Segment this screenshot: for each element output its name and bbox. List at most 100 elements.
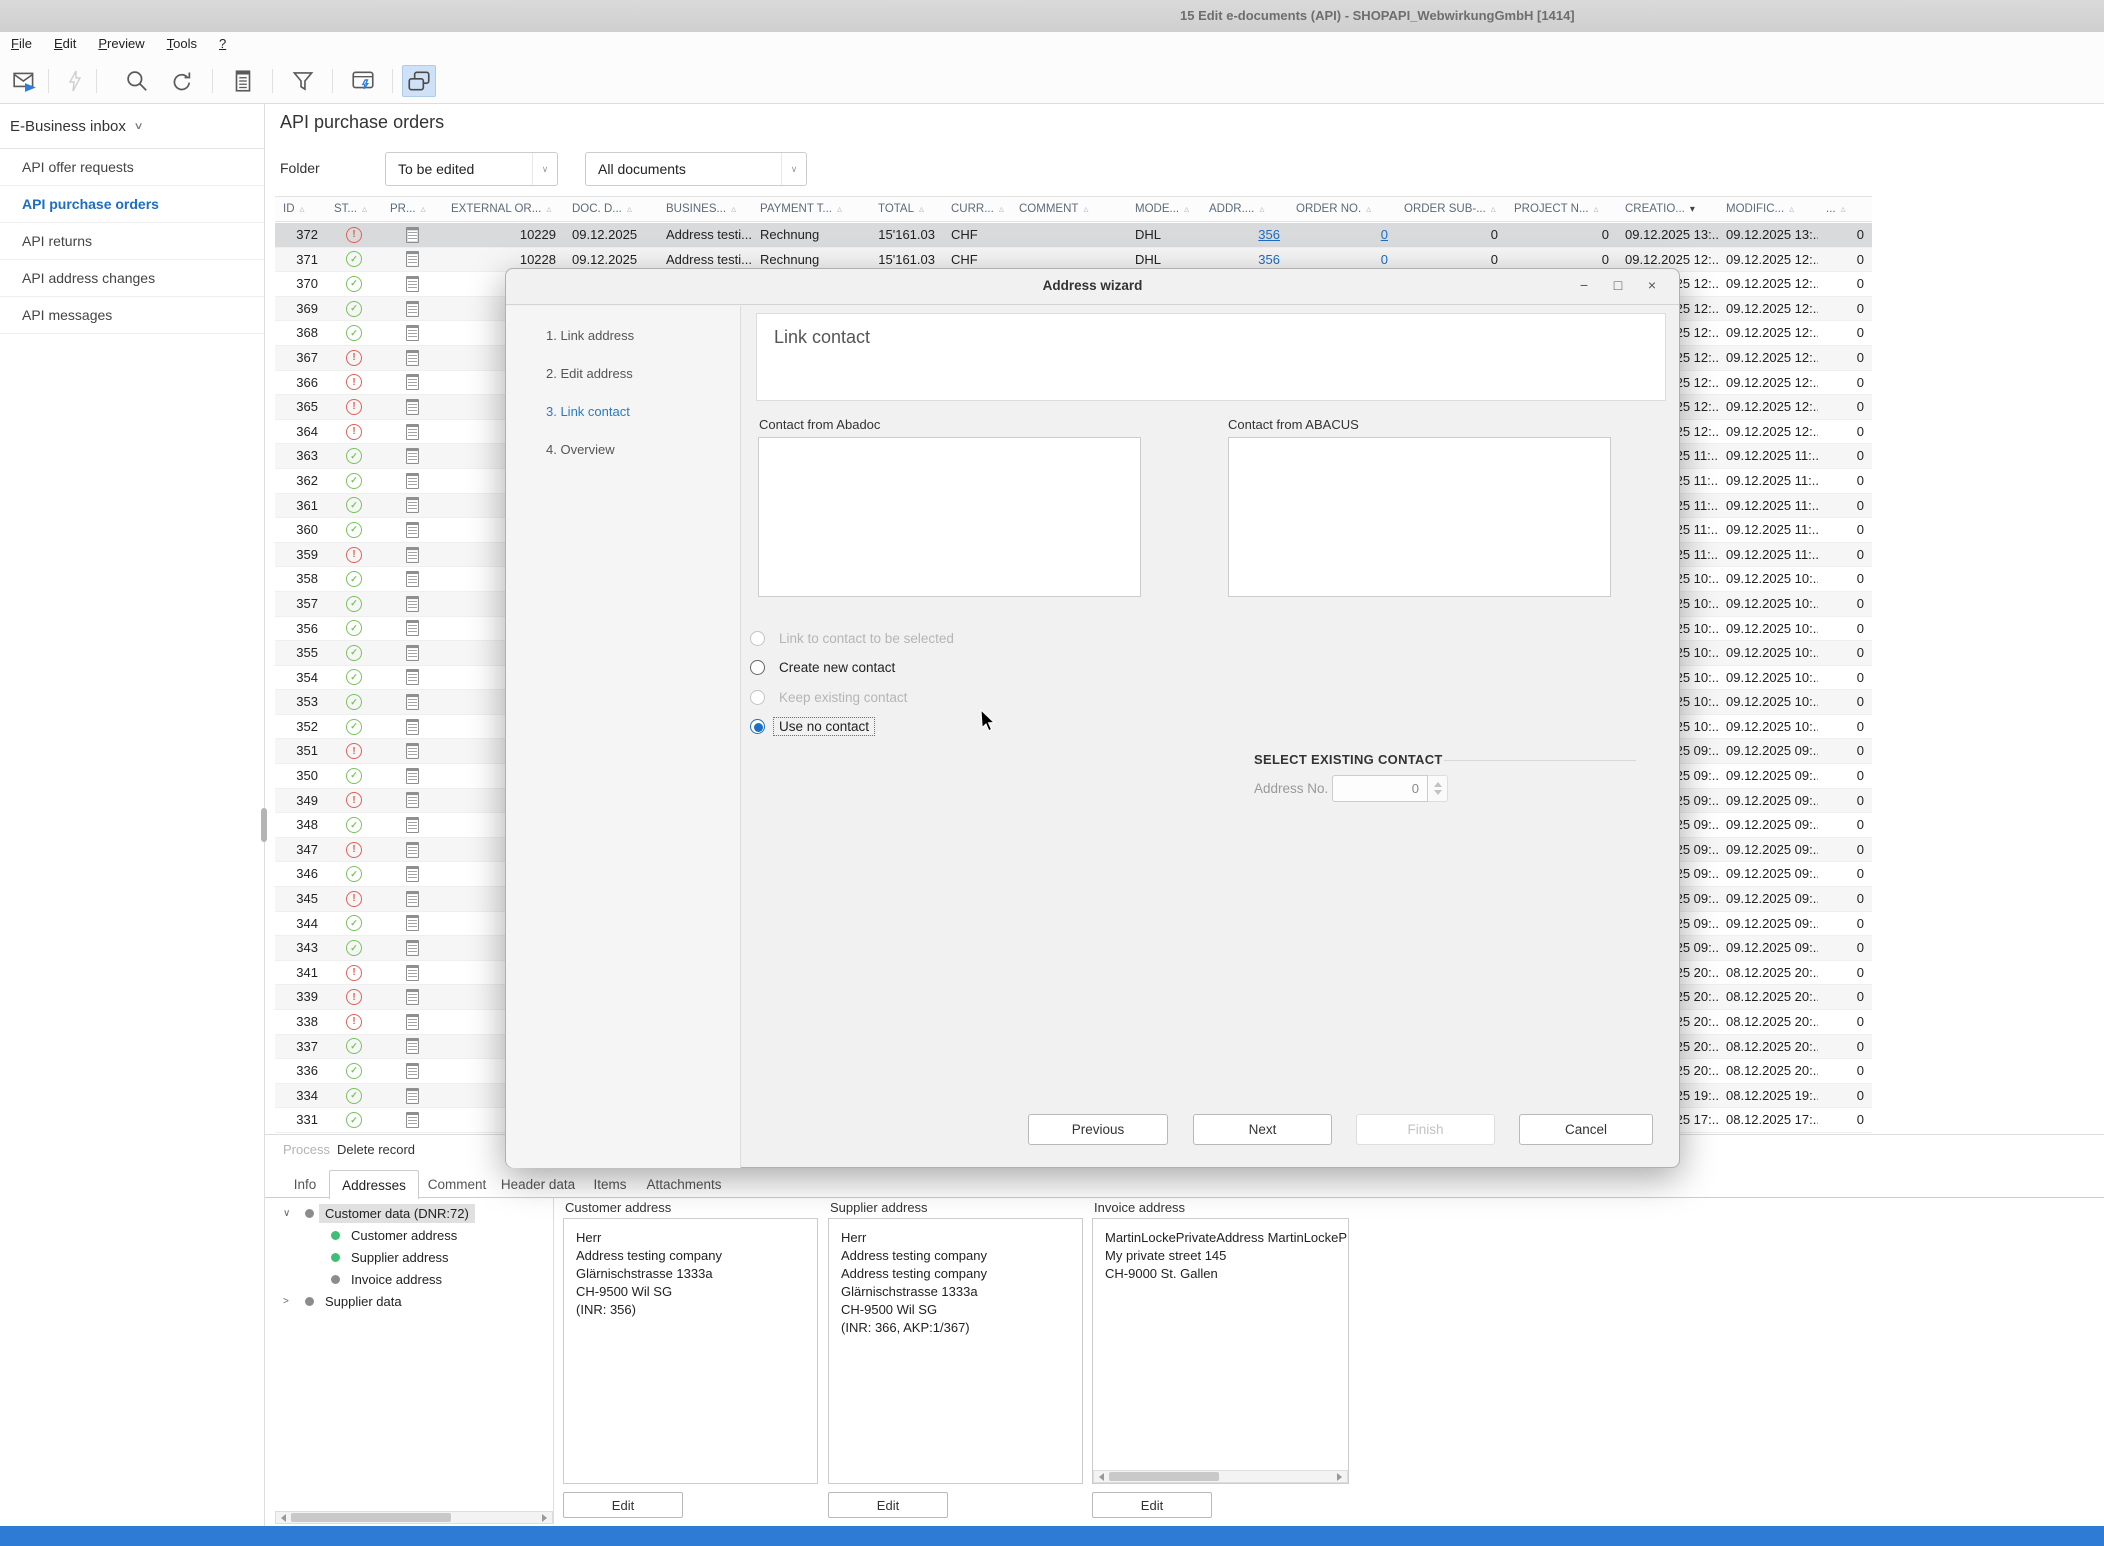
document-icon[interactable] — [406, 226, 419, 243]
window-flash-icon[interactable] — [346, 65, 380, 97]
sort-desc-icon[interactable]: ▾ — [1690, 204, 1695, 215]
document-icon[interactable] — [406, 521, 419, 538]
column-header-created[interactable]: CREATIO... ▾ — [1617, 197, 1718, 221]
tree-item-customer-data-dnr-72-[interactable]: ∨ Customer data (DNR:72) — [275, 1202, 553, 1224]
radio-use-no-contact[interactable]: Use no contact — [750, 716, 876, 736]
tab-comment[interactable]: Comment — [419, 1170, 495, 1198]
column-header-last[interactable]: ... ▵ — [1818, 197, 1872, 221]
address-no-input[interactable]: 0 — [1332, 775, 1428, 802]
table-row[interactable]: 372! 10229 09.12.2025 Address testi... Rechn… — [275, 223, 1872, 248]
column-header-business[interactable]: BUSINES... ▵ — [658, 197, 752, 221]
column-header-id[interactable]: ID ▵ — [275, 197, 326, 221]
document-icon[interactable] — [406, 251, 419, 268]
radio-icon[interactable] — [750, 659, 765, 675]
column-header-addr[interactable]: ADDR.... ▵ — [1201, 197, 1288, 221]
tree-item-customer-address[interactable]: Customer address — [275, 1224, 553, 1246]
document-icon[interactable] — [406, 1087, 419, 1104]
address-link[interactable]: 356 — [1258, 252, 1280, 267]
spinner-up-icon[interactable] — [1434, 782, 1442, 787]
sort-asc-icon[interactable]: ▵ — [627, 204, 632, 215]
sort-asc-icon[interactable]: ▵ — [731, 204, 736, 215]
document-icon[interactable] — [406, 1013, 419, 1030]
filter-funnel-icon[interactable] — [286, 65, 320, 97]
scrollbar-thumb[interactable] — [1109, 1472, 1219, 1481]
send-mail-icon[interactable] — [8, 65, 42, 97]
column-header-status[interactable]: ST... ▵ — [326, 197, 382, 221]
documents-dropdown[interactable]: All documents ∨ — [585, 152, 807, 186]
scroll-left-icon[interactable] — [1095, 1471, 1108, 1482]
abadoc-contact-list[interactable] — [758, 437, 1141, 597]
minimize-icon[interactable]: − — [1573, 277, 1595, 297]
sort-asc-icon[interactable]: ▵ — [1841, 204, 1846, 215]
next-button[interactable]: Next — [1193, 1114, 1332, 1145]
document-icon[interactable] — [406, 423, 419, 440]
dialog-titlebar[interactable]: Address wizard − □ × — [506, 269, 1679, 305]
document-icon[interactable] — [406, 448, 419, 465]
tab-addresses[interactable]: Addresses — [329, 1170, 419, 1199]
document-list-icon[interactable] — [226, 65, 260, 97]
menu-preview[interactable]: Preview — [87, 32, 155, 51]
radio-icon[interactable] — [750, 718, 765, 734]
sort-asc-icon[interactable]: ▵ — [1083, 204, 1088, 215]
document-icon[interactable] — [406, 398, 419, 415]
sort-asc-icon[interactable]: ▵ — [546, 204, 551, 215]
sort-asc-icon[interactable]: ▵ — [1184, 204, 1189, 215]
sidebar-header[interactable]: E-Business inbox ∨ — [0, 104, 264, 149]
column-header-currency[interactable]: CURR... ▵ — [943, 197, 1011, 221]
tab-info[interactable]: Info — [281, 1170, 329, 1198]
menu-file[interactable]: File — [0, 32, 43, 51]
document-icon[interactable] — [406, 817, 419, 834]
document-icon[interactable] — [406, 571, 419, 588]
document-icon[interactable] — [406, 915, 419, 932]
tree-horizontal-scrollbar[interactable] — [275, 1511, 553, 1524]
delete-record-button[interactable]: Delete record — [337, 1142, 415, 1157]
sort-asc-icon[interactable]: ▵ — [999, 204, 1004, 215]
document-icon[interactable] — [406, 669, 419, 686]
radio-create-new-contact[interactable]: Create new contact — [750, 657, 900, 677]
document-icon[interactable] — [406, 1112, 419, 1129]
document-icon[interactable] — [406, 767, 419, 784]
address-link[interactable]: 356 — [1258, 227, 1280, 242]
address-no-spinner[interactable] — [1428, 775, 1448, 802]
scroll-right-icon[interactable] — [538, 1512, 551, 1523]
scroll-right-icon[interactable] — [1333, 1471, 1346, 1482]
tree-item-supplier-address[interactable]: Supplier address — [275, 1246, 553, 1268]
wizard-step-2[interactable]: 2. Edit address — [546, 366, 633, 381]
document-icon[interactable] — [406, 275, 419, 292]
document-icon[interactable] — [406, 989, 419, 1006]
window-titlebar[interactable]: 15 Edit e-documents (API) - SHOPAPI_Webw… — [0, 0, 2104, 32]
document-icon[interactable] — [406, 890, 419, 907]
spinner-down-icon[interactable] — [1434, 790, 1442, 795]
splitter-handle[interactable] — [261, 808, 267, 842]
sort-asc-icon[interactable]: ▵ — [300, 204, 305, 215]
document-icon[interactable] — [406, 1038, 419, 1055]
column-header-order_sub[interactable]: ORDER SUB-... ▵ — [1396, 197, 1506, 221]
menu-help[interactable]: ? — [208, 32, 237, 51]
window-stack-icon[interactable] — [402, 65, 436, 97]
sort-asc-icon[interactable]: ▵ — [837, 204, 842, 215]
document-icon[interactable] — [406, 620, 419, 637]
sort-asc-icon[interactable]: ▵ — [362, 204, 367, 215]
column-header-total[interactable]: TOTAL ▵ — [870, 197, 943, 221]
document-icon[interactable] — [406, 718, 419, 735]
column-header-project[interactable]: PROJECT N... ▵ — [1506, 197, 1617, 221]
sort-asc-icon[interactable]: ▵ — [1366, 204, 1371, 215]
column-header-mode[interactable]: MODE... ▵ — [1127, 197, 1201, 221]
order-link[interactable]: 0 — [1381, 227, 1388, 242]
document-icon[interactable] — [406, 497, 419, 514]
chevron-down-icon[interactable]: ∨ — [283, 1208, 290, 1219]
sidebar-item-api-purchase-orders[interactable]: API purchase orders — [0, 186, 264, 223]
document-icon[interactable] — [406, 841, 419, 858]
column-header-ext[interactable]: EXTERNAL OR... ▵ — [443, 197, 564, 221]
tab-header-data[interactable]: Header data — [495, 1170, 581, 1198]
document-icon[interactable] — [406, 964, 419, 981]
tree-item-supplier-data[interactable]: > Supplier data — [275, 1290, 553, 1312]
column-header-modified[interactable]: MODIFIC... ▵ — [1718, 197, 1818, 221]
column-header-pr[interactable]: PR... ▵ — [382, 197, 443, 221]
menu-tools[interactable]: Tools — [156, 32, 208, 51]
sidebar-item-api-returns[interactable]: API returns — [0, 223, 264, 260]
document-icon[interactable] — [406, 940, 419, 957]
wizard-step-4[interactable]: 4. Overview — [546, 442, 615, 457]
previous-button[interactable]: Previous — [1028, 1114, 1168, 1145]
sort-asc-icon[interactable]: ▵ — [1491, 204, 1496, 215]
